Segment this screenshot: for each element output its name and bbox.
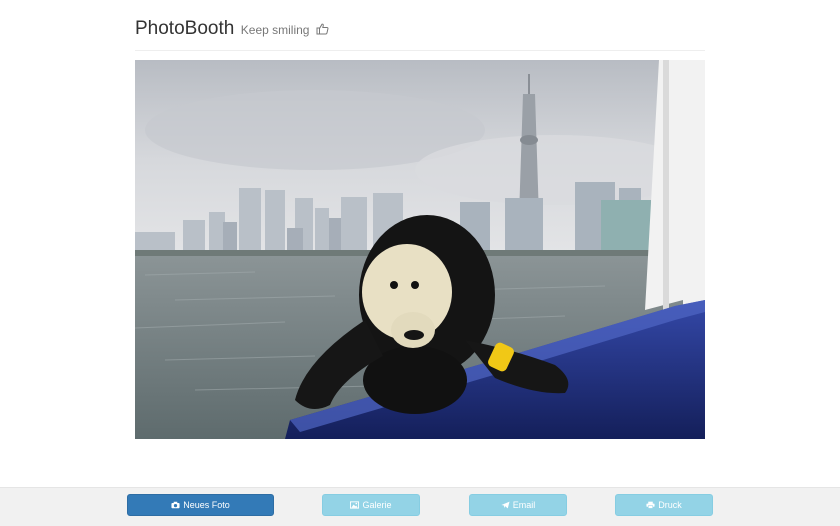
gallery-label: Galerie xyxy=(362,500,392,510)
captured-photo xyxy=(135,60,705,439)
thumbs-up-icon xyxy=(316,23,329,35)
printer-icon xyxy=(646,501,655,509)
gallery-button[interactable]: Galerie xyxy=(322,494,420,516)
app-subtitle: Keep smiling xyxy=(240,23,310,37)
camera-icon xyxy=(171,501,180,509)
print-label: Druck xyxy=(658,500,682,510)
print-button[interactable]: Druck xyxy=(615,494,713,516)
paper-plane-icon xyxy=(501,501,510,509)
page-header: PhotoBooth Keep smiling xyxy=(135,18,705,51)
email-label: Email xyxy=(512,500,536,510)
new-photo-button[interactable]: Neues Foto xyxy=(127,494,274,516)
new-photo-label: Neues Foto xyxy=(183,500,230,510)
email-button[interactable]: Email xyxy=(469,494,567,516)
picture-icon xyxy=(350,501,360,509)
toolbar: Neues Foto Galerie Email Druck xyxy=(0,487,840,526)
app-title: PhotoBooth xyxy=(135,18,235,39)
